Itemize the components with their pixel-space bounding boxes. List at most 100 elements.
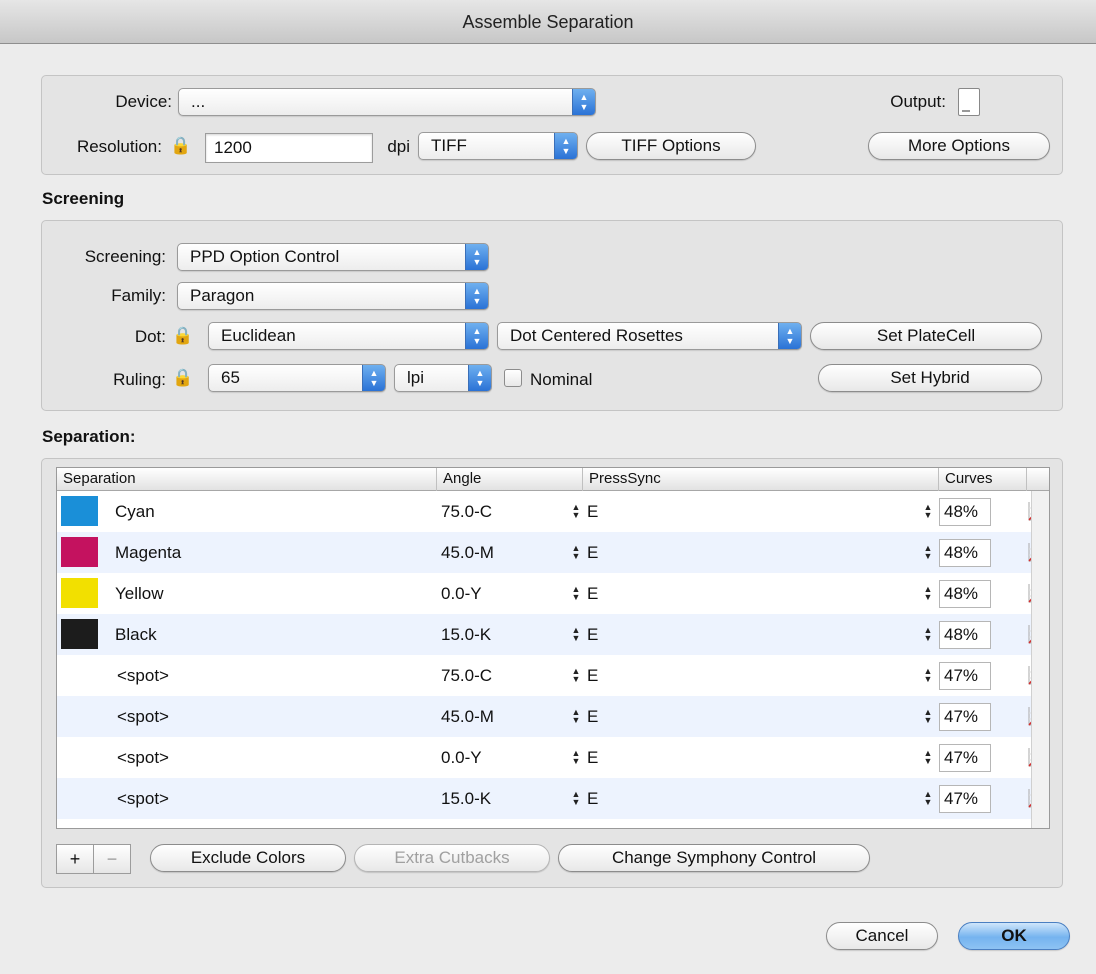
- column-header-curves[interactable]: Curves: [939, 468, 1027, 491]
- angle-value: 75.0-C: [441, 666, 493, 685]
- percent-field[interactable]: 48%: [939, 621, 991, 649]
- angle-value: 15.0-K: [441, 789, 492, 808]
- resolution-label: Resolution:: [76, 137, 162, 156]
- angle-value: 75.0-C: [441, 502, 493, 521]
- format-value: TIFF: [431, 136, 467, 155]
- ruling-unit-value: lpi: [407, 368, 425, 387]
- table-row[interactable]: Cyan 75.0-C ▲ ▼ E ▲ ▼ 48%: [57, 491, 1048, 532]
- color-swatch: [61, 537, 98, 567]
- more-options-button[interactable]: More Options: [868, 132, 1050, 160]
- separation-name: <spot>: [117, 789, 169, 808]
- ruling-unit-popup[interactable]: lpi ▲ ▼: [394, 364, 492, 392]
- separation-table: Separation Angle PressSync Curves Cyan 75…: [56, 467, 1050, 829]
- separation-name: Magenta: [115, 543, 182, 562]
- add-separation-button[interactable]: +: [56, 844, 94, 874]
- chevron-updown-icon: ▲ ▼: [778, 323, 801, 349]
- screening-popup[interactable]: PPD Option Control ▲ ▼: [177, 243, 489, 271]
- lock-icon[interactable]: 🔒: [172, 326, 193, 346]
- table-row[interactable]: Yellow 0.0-Y ▲ ▼ E ▲ ▼ 48%: [57, 573, 1048, 614]
- screening-label: Screening:: [84, 247, 166, 266]
- family-label: Family:: [111, 286, 166, 305]
- format-popup[interactable]: TIFF ▲ ▼: [418, 132, 578, 160]
- angle-stepper-icon[interactable]: ▲ ▼: [571, 503, 581, 520]
- presssync-value: E: [587, 502, 599, 521]
- dot-label: Dot:: [134, 327, 166, 346]
- ruling-label: Ruling:: [113, 370, 166, 389]
- percent-stepper-icon[interactable]: ▲ ▼: [923, 667, 933, 684]
- ruling-popup[interactable]: 65 ▲ ▼: [208, 364, 386, 392]
- table-row[interactable]: Magenta 45.0-M ▲ ▼ E ▲ ▼ 48%: [57, 532, 1048, 573]
- vertical-scrollbar[interactable]: [1031, 491, 1049, 828]
- table-row[interactable]: <spot> 15.0-K ▲ ▼ E ▲ ▼ 47%: [57, 778, 1048, 819]
- presssync-value: E: [587, 789, 599, 808]
- angle-value: 45.0-M: [441, 707, 494, 726]
- lock-icon[interactable]: 🔒: [170, 136, 191, 156]
- table-row[interactable]: <spot> 75.0-C ▲ ▼ E ▲ ▼ 47%: [57, 655, 1048, 696]
- chevron-updown-icon: ▲ ▼: [465, 323, 488, 349]
- column-header-angle[interactable]: Angle: [437, 468, 583, 491]
- angle-value: 45.0-M: [441, 543, 494, 562]
- percent-stepper-icon[interactable]: ▲ ▼: [923, 708, 933, 725]
- separation-name: <spot>: [117, 707, 169, 726]
- percent-field[interactable]: 47%: [939, 662, 991, 690]
- percent-field[interactable]: 47%: [939, 785, 991, 813]
- column-header-presssync[interactable]: PressSync: [583, 468, 939, 491]
- percent-stepper-icon[interactable]: ▲ ▼: [923, 790, 933, 807]
- angle-value: 0.0-Y: [441, 584, 482, 603]
- chevron-updown-icon: ▲ ▼: [465, 244, 488, 270]
- dot-value: Euclidean: [221, 326, 296, 345]
- percent-stepper-icon[interactable]: ▲ ▼: [923, 544, 933, 561]
- dot-arrangement-popup[interactable]: Dot Centered Rosettes ▲ ▼: [497, 322, 802, 350]
- percent-field[interactable]: 47%: [939, 703, 991, 731]
- presssync-value: E: [587, 543, 599, 562]
- chevron-updown-icon: ▲ ▼: [572, 89, 595, 115]
- dot-popup[interactable]: Euclidean ▲ ▼: [208, 322, 489, 350]
- resolution-field[interactable]: 1200: [205, 133, 373, 163]
- table-row[interactable]: <spot> 45.0-M ▲ ▼ E ▲ ▼ 47%: [57, 696, 1048, 737]
- device-popup[interactable]: ... ▲ ▼: [178, 88, 596, 116]
- chevron-updown-icon: ▲ ▼: [362, 365, 385, 391]
- percent-stepper-icon[interactable]: ▲ ▼: [923, 503, 933, 520]
- percent-field[interactable]: 48%: [939, 498, 991, 526]
- angle-stepper-icon[interactable]: ▲ ▼: [571, 749, 581, 766]
- ok-button[interactable]: OK: [958, 922, 1070, 950]
- device-value: ...: [191, 92, 206, 111]
- angle-stepper-icon[interactable]: ▲ ▼: [571, 544, 581, 561]
- presssync-value: E: [587, 625, 599, 644]
- table-row[interactable]: <spot> 0.0-Y ▲ ▼ E ▲ ▼ 47%: [57, 737, 1048, 778]
- angle-stepper-icon[interactable]: ▲ ▼: [571, 708, 581, 725]
- column-header-separation[interactable]: Separation: [57, 468, 437, 491]
- nominal-label: Nominal: [530, 370, 593, 389]
- chevron-updown-icon: ▲ ▼: [554, 133, 577, 159]
- change-symphony-control-button[interactable]: Change Symphony Control: [558, 844, 870, 872]
- percent-field[interactable]: 48%: [939, 580, 991, 608]
- percent-stepper-icon[interactable]: ▲ ▼: [923, 585, 933, 602]
- percent-stepper-icon[interactable]: ▲ ▼: [923, 626, 933, 643]
- table-row[interactable]: Black 15.0-K ▲ ▼ E ▲ ▼ 48%: [57, 614, 1048, 655]
- presssync-value: E: [587, 707, 599, 726]
- exclude-colors-button[interactable]: Exclude Colors: [150, 844, 346, 872]
- family-popup[interactable]: Paragon ▲ ▼: [177, 282, 489, 310]
- extra-cutbacks-button: Extra Cutbacks: [354, 844, 550, 872]
- output-label: Output:: [890, 92, 946, 111]
- angle-stepper-icon[interactable]: ▲ ▼: [571, 790, 581, 807]
- set-hybrid-button[interactable]: Set Hybrid: [818, 364, 1042, 392]
- separation-name: Black: [115, 625, 157, 644]
- remove-separation-button[interactable]: −: [93, 844, 131, 874]
- angle-stepper-icon[interactable]: ▲ ▼: [571, 667, 581, 684]
- tiff-options-button[interactable]: TIFF Options: [586, 132, 756, 160]
- cancel-button[interactable]: Cancel: [826, 922, 938, 950]
- angle-stepper-icon[interactable]: ▲ ▼: [571, 585, 581, 602]
- color-swatch: [61, 578, 98, 608]
- ruling-value: 65: [221, 368, 240, 387]
- family-value: Paragon: [190, 286, 255, 305]
- chevron-updown-icon: ▲ ▼: [465, 283, 488, 309]
- window-title: Assemble Separation: [0, 0, 1096, 44]
- angle-stepper-icon[interactable]: ▲ ▼: [571, 626, 581, 643]
- set-platecell-button[interactable]: Set PlateCell: [810, 322, 1042, 350]
- percent-field[interactable]: 47%: [939, 744, 991, 772]
- lock-icon[interactable]: 🔒: [172, 368, 193, 388]
- percent-field[interactable]: 48%: [939, 539, 991, 567]
- nominal-checkbox[interactable]: [504, 369, 522, 387]
- percent-stepper-icon[interactable]: ▲ ▼: [923, 749, 933, 766]
